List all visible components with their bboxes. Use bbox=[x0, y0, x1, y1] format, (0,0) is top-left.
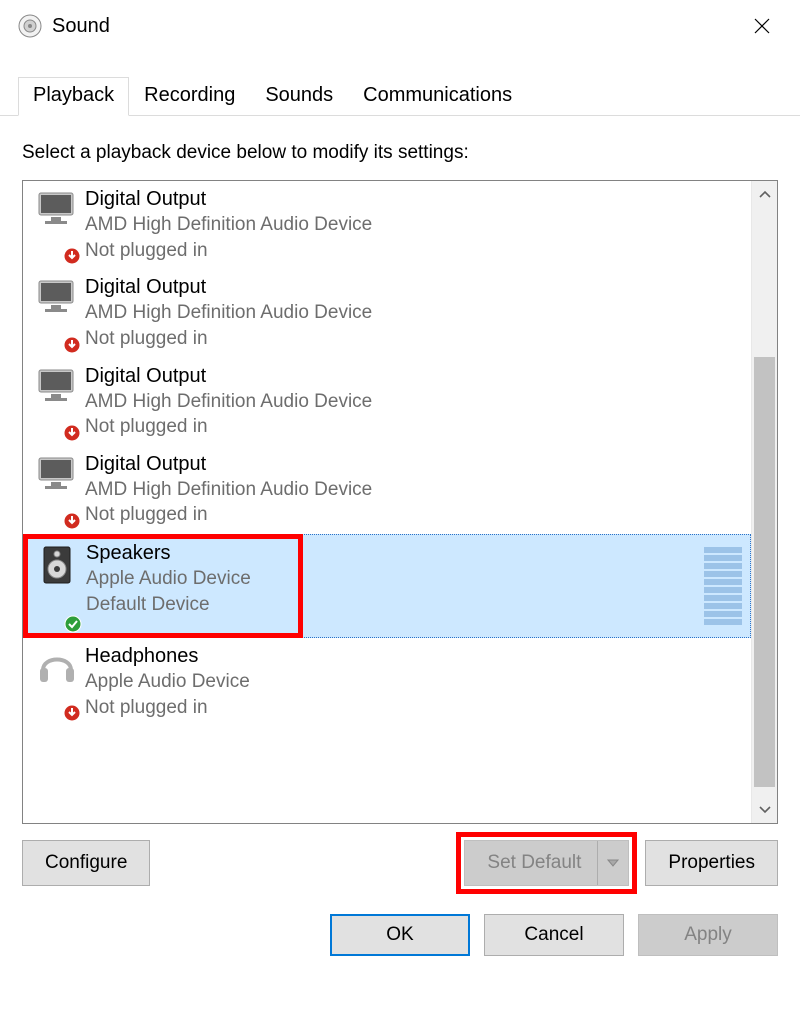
properties-button[interactable]: Properties bbox=[645, 840, 778, 886]
instruction-text: Select a playback device below to modify… bbox=[22, 142, 778, 164]
device-list: Digital Output AMD High Definition Audio… bbox=[22, 180, 778, 824]
monitor-icon bbox=[29, 364, 85, 440]
set-default-dropdown[interactable] bbox=[597, 841, 620, 885]
tab-playback[interactable]: Playback bbox=[18, 77, 129, 116]
ok-button[interactable]: OK bbox=[330, 914, 470, 956]
unplugged-badge-icon bbox=[63, 512, 81, 530]
default-badge-icon bbox=[64, 615, 82, 633]
device-desc: AMD High Definition Audio Device bbox=[85, 389, 745, 415]
sound-app-icon bbox=[18, 14, 42, 38]
close-button[interactable] bbox=[738, 2, 786, 50]
device-desc: Apple Audio Device bbox=[85, 669, 745, 695]
device-name: Digital Output bbox=[85, 187, 745, 212]
dialog-button-row: OK Cancel Apply bbox=[0, 886, 800, 956]
set-default-button[interactable]: Set Default bbox=[464, 840, 629, 886]
scroll-down-button[interactable] bbox=[752, 797, 777, 823]
device-status: Not plugged in bbox=[85, 502, 745, 528]
device-name: Digital Output bbox=[85, 452, 745, 477]
chevron-down-icon bbox=[759, 806, 771, 814]
device-row[interactable]: Digital Output AMD High Definition Audio… bbox=[23, 358, 751, 446]
device-name: Digital Output bbox=[85, 364, 745, 389]
unplugged-badge-icon bbox=[63, 704, 81, 722]
device-row[interactable]: Speakers Apple Audio Device Default Devi… bbox=[23, 534, 751, 638]
scrollbar[interactable] bbox=[751, 181, 777, 823]
tab-sounds[interactable]: Sounds bbox=[250, 77, 348, 116]
device-name: Headphones bbox=[85, 644, 745, 669]
device-desc: AMD High Definition Audio Device bbox=[85, 300, 745, 326]
device-row[interactable]: Headphones Apple Audio Device Not plugge… bbox=[23, 638, 751, 726]
close-icon bbox=[754, 18, 770, 34]
monitor-icon bbox=[29, 187, 85, 263]
device-status: Not plugged in bbox=[85, 414, 745, 440]
chevron-up-icon bbox=[759, 190, 771, 198]
cancel-button[interactable]: Cancel bbox=[484, 914, 624, 956]
device-name: Digital Output bbox=[85, 275, 745, 300]
device-status: Not plugged in bbox=[85, 238, 745, 264]
dropdown-triangle-icon bbox=[606, 858, 620, 868]
device-status: Not plugged in bbox=[85, 326, 745, 352]
speaker-icon bbox=[30, 541, 86, 631]
device-status: Default Device bbox=[86, 592, 704, 618]
device-row[interactable]: Digital Output AMD High Definition Audio… bbox=[23, 269, 751, 357]
device-status: Not plugged in bbox=[85, 695, 745, 721]
scroll-track[interactable] bbox=[752, 207, 777, 797]
device-button-row: Configure Set Default Properties bbox=[22, 824, 778, 886]
window-titlebar: Sound bbox=[0, 0, 800, 52]
window-title: Sound bbox=[52, 15, 110, 38]
tab-recording[interactable]: Recording bbox=[129, 77, 250, 116]
tab-communications[interactable]: Communications bbox=[348, 77, 527, 116]
scroll-up-button[interactable] bbox=[752, 181, 777, 207]
headphones-icon bbox=[29, 644, 85, 720]
apply-button[interactable]: Apply bbox=[638, 914, 778, 956]
monitor-icon bbox=[29, 452, 85, 528]
tab-strip: Playback Recording Sounds Communications bbox=[0, 52, 800, 116]
monitor-icon bbox=[29, 275, 85, 351]
unplugged-badge-icon bbox=[63, 424, 81, 442]
device-row[interactable]: Digital Output AMD High Definition Audio… bbox=[23, 446, 751, 534]
device-row[interactable]: Digital Output AMD High Definition Audio… bbox=[23, 181, 751, 269]
configure-button[interactable]: Configure bbox=[22, 840, 150, 886]
level-meter bbox=[704, 541, 744, 631]
device-desc: AMD High Definition Audio Device bbox=[85, 212, 745, 238]
scroll-thumb[interactable] bbox=[754, 357, 775, 787]
device-desc: Apple Audio Device bbox=[86, 566, 704, 592]
set-default-label: Set Default bbox=[487, 852, 581, 874]
unplugged-badge-icon bbox=[63, 336, 81, 354]
device-desc: AMD High Definition Audio Device bbox=[85, 477, 745, 503]
device-name: Speakers bbox=[86, 541, 704, 566]
unplugged-badge-icon bbox=[63, 247, 81, 265]
